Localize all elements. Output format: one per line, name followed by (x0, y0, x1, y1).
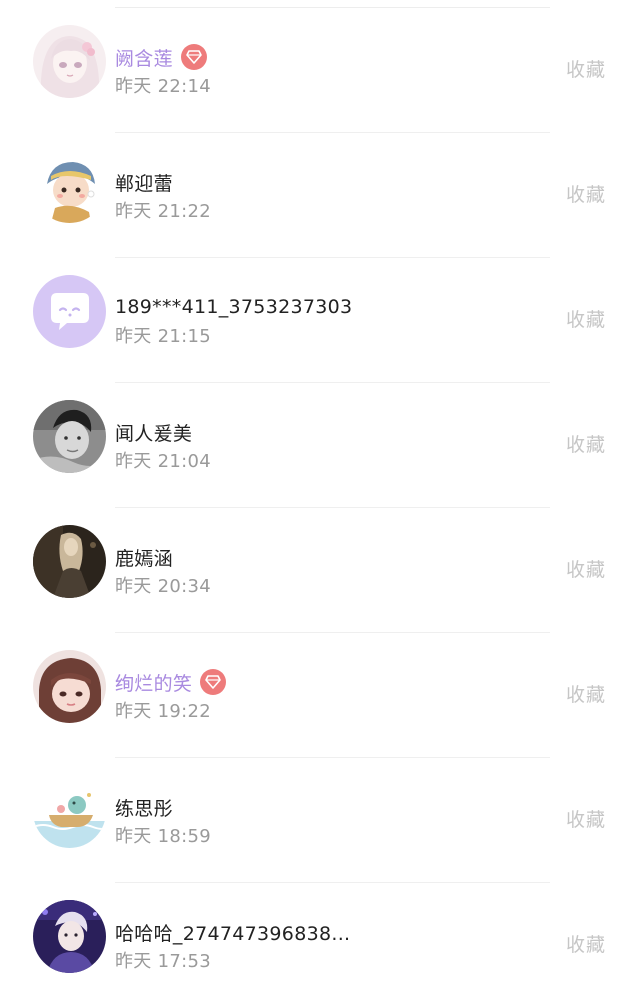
contact-name-line: 189***411_3753237303 (115, 292, 352, 322)
contact-time: 昨天 21:04 (115, 451, 211, 472)
contact-time: 昨天 17:53 (115, 951, 211, 972)
contact-name: 鹿嫣涵 (115, 547, 173, 570)
diamond-vip-icon (200, 669, 227, 695)
contact-time: 昨天 21:22 (115, 201, 211, 222)
contact-name-line: 练思彤 (115, 792, 173, 822)
favorite-button[interactable]: 收藏 (566, 430, 606, 457)
dark-portrait-avatar-icon[interactable] (33, 525, 106, 598)
list-item[interactable]: 鹿嫣涵 昨天 20:34 收藏 (0, 508, 640, 633)
list-item[interactable]: 练思彤 昨天 18:59 收藏 (0, 758, 640, 883)
list-item[interactable]: 闻人爰美 昨天 21:04 收藏 (0, 383, 640, 508)
contact-name: 阙含莲 (115, 47, 173, 70)
cartoon-girl-avatar-icon[interactable] (33, 150, 106, 223)
contact-name: 郸迎蕾 (115, 172, 173, 195)
contact-name: 绚烂的笑 (115, 672, 193, 695)
list-item[interactable]: 189***411_3753237303 昨天 21:15 收藏 (0, 258, 640, 383)
list-item[interactable]: 绚烂的笑 昨天 19:22 收藏 (0, 633, 640, 758)
favorite-button[interactable]: 收藏 (566, 555, 606, 582)
list-item[interactable]: 哈哈哈_274747396838... 昨天 17:53 收藏 (0, 883, 640, 1008)
contact-name: 闻人爰美 (115, 422, 193, 445)
diamond-vip-icon (180, 44, 207, 70)
contact-time: 昨天 21:15 (115, 326, 211, 347)
chat-bubble-avatar-icon[interactable] (33, 275, 106, 348)
contact-time: 昨天 18:59 (115, 826, 211, 847)
favorite-button[interactable]: 收藏 (566, 305, 606, 332)
favorite-button[interactable]: 收藏 (566, 180, 606, 207)
favorite-button[interactable]: 收藏 (566, 680, 606, 707)
idol-photo-avatar-icon[interactable] (33, 900, 106, 973)
list-item[interactable]: 郸迎蕾 昨天 21:22 收藏 (0, 133, 640, 258)
contact-name-line: 绚烂的笑 (115, 667, 227, 697)
contact-name-line: 哈哈哈_274747396838... (115, 917, 350, 947)
contact-name-line: 鹿嫣涵 (115, 542, 173, 572)
list-item[interactable]: 阙含莲 昨天 22:14 收藏 (0, 8, 640, 133)
man-photo-avatar-icon[interactable] (33, 400, 106, 473)
contact-name-line: 闻人爰美 (115, 417, 192, 447)
favorite-button[interactable]: 收藏 (566, 930, 606, 957)
contact-time: 昨天 22:14 (115, 76, 211, 97)
contact-time: 昨天 19:22 (115, 701, 211, 722)
contact-name-line: 郸迎蕾 (115, 167, 173, 197)
favorite-button[interactable]: 收藏 (566, 805, 606, 832)
contact-time: 昨天 20:34 (115, 576, 211, 597)
anime-girl-avatar-icon[interactable] (33, 25, 106, 98)
contact-name: 练思彤 (115, 797, 173, 820)
girl-photo-avatar-icon[interactable] (33, 650, 106, 723)
contact-name: 哈哈哈_274747396838... (115, 922, 351, 945)
contact-name: 189***411_3753237303 (115, 296, 353, 318)
cartoon-boat-avatar-icon[interactable] (33, 775, 106, 848)
favorite-button[interactable]: 收藏 (566, 55, 606, 82)
contact-name-line: 阙含莲 (115, 42, 207, 72)
